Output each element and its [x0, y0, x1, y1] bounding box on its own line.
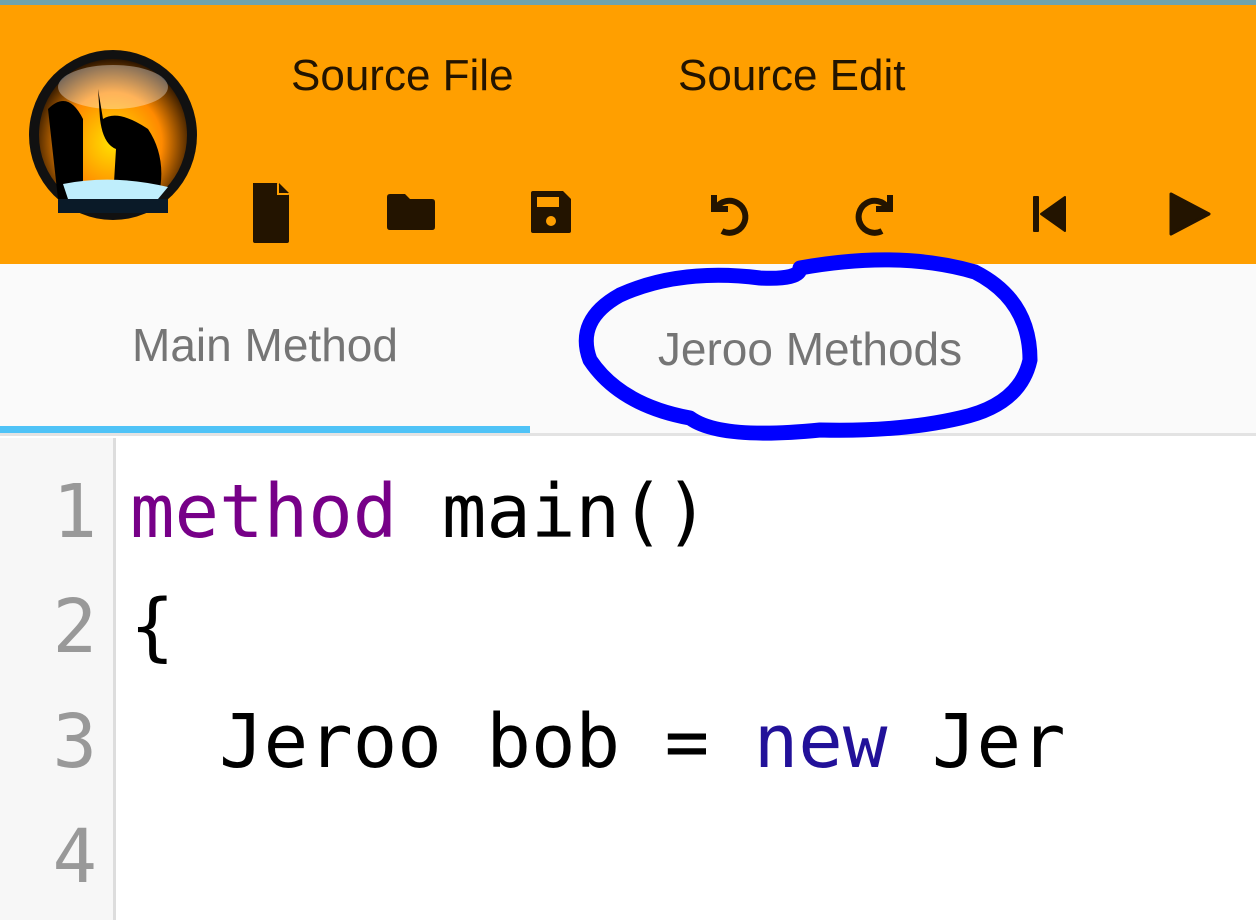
code-line: method main() [130, 455, 709, 570]
tab-main-method[interactable]: Main Method [0, 264, 530, 433]
run-icon[interactable] [1157, 181, 1221, 245]
line-number: 4 [52, 814, 97, 900]
tab-jeroo-methods[interactable]: Jeroo Methods [545, 264, 1075, 433]
save-icon[interactable] [519, 181, 583, 245]
jeroo-logo [29, 50, 197, 220]
keyword: new [753, 699, 888, 785]
app-header: Source File Source Edit [0, 5, 1256, 264]
line-number: 1 [52, 469, 97, 555]
redo-icon[interactable] [838, 181, 902, 245]
code-line: { [130, 584, 175, 670]
code-editor[interactable]: 1 2 3 4 method main() { Jeroo bob = new … [0, 438, 1256, 920]
code-text: Jer [887, 699, 1066, 785]
line-gutter: 1 2 3 4 [0, 438, 116, 920]
line-number: 2 [52, 584, 97, 670]
reset-icon[interactable] [1017, 181, 1081, 245]
line-number: 3 [52, 699, 97, 785]
menu-source-file[interactable]: Source File [291, 51, 514, 101]
tab-bar: Main Method Jeroo Methods [0, 264, 1256, 436]
keyword: method [130, 469, 398, 555]
undo-icon[interactable] [698, 181, 762, 245]
menu-source-edit[interactable]: Source Edit [678, 51, 905, 101]
code-text: Jeroo bob = [130, 699, 754, 785]
code-text: main() [397, 469, 710, 555]
code-line: Jeroo bob = new Jer [130, 685, 1066, 800]
open-folder-icon[interactable] [379, 181, 443, 245]
new-file-icon[interactable] [239, 181, 303, 245]
